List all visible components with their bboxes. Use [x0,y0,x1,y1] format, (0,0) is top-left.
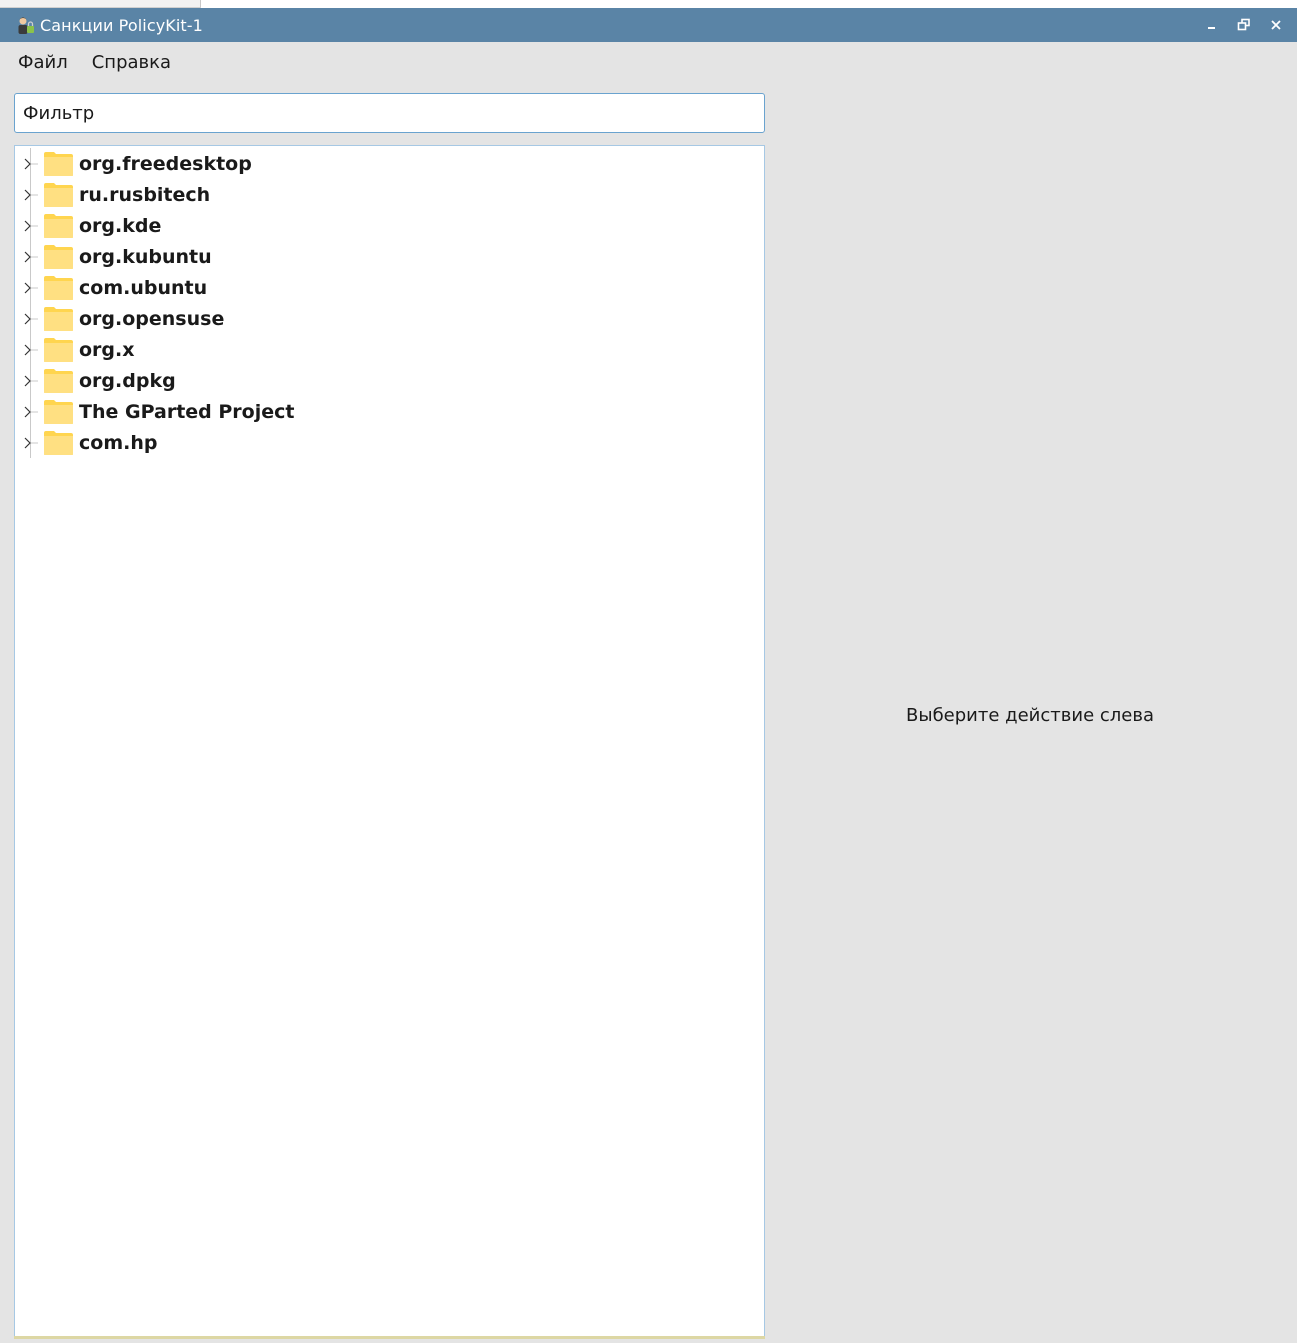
expand-arrow-icon[interactable] [15,148,45,179]
tree-row[interactable]: org.kde [15,210,764,241]
top-edge-tab [0,0,201,8]
folder-icon [44,337,73,362]
restore-icon [1237,18,1250,31]
expand-arrow-icon[interactable] [15,365,45,396]
folder-icon [44,368,73,393]
tree-node-label: org.freedesktop [79,152,252,175]
folder-icon [44,244,73,269]
folder-icon [44,275,73,300]
menu-help[interactable]: Справка [82,42,185,84]
tree-node-label: org.kubuntu [79,245,212,268]
tree-row[interactable]: The GParted Project [15,396,764,427]
tree-node-label: com.hp [79,431,158,454]
expand-arrow-icon[interactable] [15,396,45,427]
actions-tree[interactable]: org.freedesktop ru.rusbitech org.kde org.ku… [14,145,765,1337]
tree-row[interactable]: org.x [15,334,764,365]
tree-row[interactable]: org.kubuntu [15,241,764,272]
title-bar[interactable]: Санкции PolicyKit-1 [0,8,1297,42]
minimize-button[interactable] [1199,12,1225,38]
policykit-window: Санкции PolicyKit-1 Файл Справка Фильтр … [0,0,1297,1343]
expand-arrow-icon[interactable] [15,334,45,365]
tree-row[interactable]: ru.rusbitech [15,179,764,210]
folder-icon [44,182,73,207]
menu-file[interactable]: Файл [0,42,82,84]
window-controls [1193,8,1289,42]
tree-row[interactable]: com.hp [15,427,764,458]
tree-node-label: ru.rusbitech [79,183,211,206]
close-button[interactable] [1263,12,1289,38]
expand-arrow-icon[interactable] [15,427,45,458]
tree-node-label: org.dpkg [79,369,176,392]
expand-arrow-icon[interactable] [15,210,45,241]
close-icon [1271,20,1281,30]
tree-node-label: org.opensuse [79,307,225,330]
tree-node-label: The GParted Project [79,400,295,423]
expand-arrow-icon[interactable] [15,272,45,303]
restore-button[interactable] [1231,12,1257,38]
folder-icon [44,430,73,455]
folder-icon [44,399,73,424]
expand-arrow-icon[interactable] [15,179,45,210]
expand-arrow-icon[interactable] [15,303,45,334]
select-action-message: Выберите действие слева [906,705,1154,726]
top-edge [0,0,1297,8]
tree-node-label: com.ubuntu [79,276,208,299]
tree-row[interactable]: org.opensuse [15,303,764,334]
tree-node-label: org.kde [79,214,162,237]
tree-node-label: org.x [79,338,135,361]
tree-row[interactable]: org.dpkg [15,365,764,396]
tree-bottom-edge [14,1336,765,1339]
expand-arrow-icon[interactable] [15,241,45,272]
tree-row[interactable]: com.ubuntu [15,272,764,303]
folder-icon [44,213,73,238]
tree-row[interactable]: org.freedesktop [15,148,764,179]
folder-icon [44,151,73,176]
folder-icon [44,306,73,331]
window-title: Санкции PolicyKit-1 [40,15,203,35]
minimize-icon [1208,27,1215,29]
app-icon [16,15,36,35]
filter-input[interactable] [14,93,765,133]
menu-bar: Файл Справка [0,42,1297,84]
